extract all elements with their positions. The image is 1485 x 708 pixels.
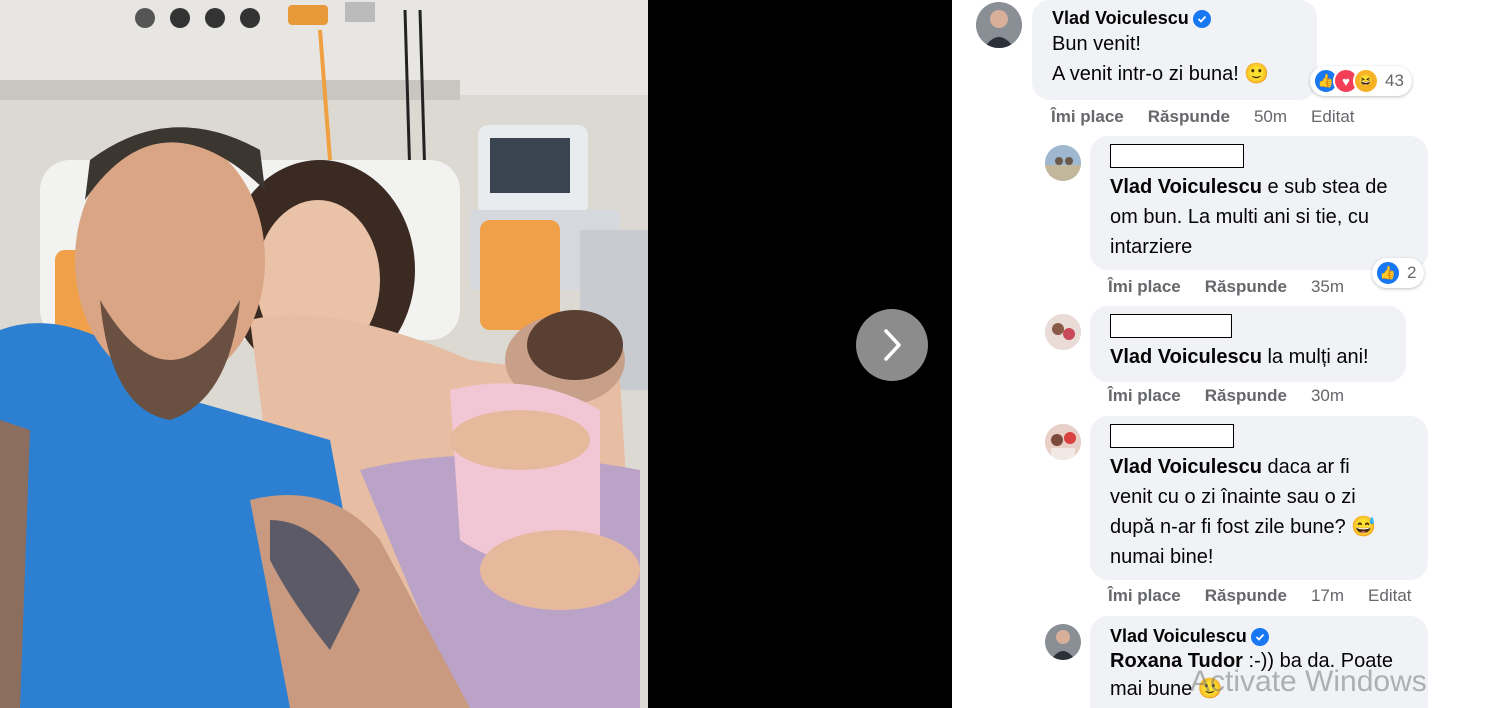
reply-button[interactable]: Răspunde xyxy=(1148,107,1230,127)
comment-text: e sub stea de xyxy=(1261,176,1388,198)
comment-actions: Îmi place Răspunde 17m Editat xyxy=(1108,586,1412,606)
comment-text-line: numai bine! xyxy=(1110,546,1214,568)
author-name[interactable]: Vlad Voiculescu xyxy=(1110,626,1247,647)
avatar[interactable] xyxy=(1045,424,1081,460)
avatar-image xyxy=(1045,314,1081,350)
avatar[interactable] xyxy=(1045,314,1081,350)
redacted-author-name xyxy=(1110,314,1232,338)
like-reaction-icon: 👍 xyxy=(1375,260,1401,286)
like-button[interactable]: Îmi place xyxy=(1108,586,1181,606)
comment-text-line: mai bune 🙂 xyxy=(1110,678,1223,700)
comment-bubble: Vlad Voiculescu Bun venit! A venit intr-… xyxy=(1032,0,1317,100)
comment-text: daca ar fi xyxy=(1261,456,1350,478)
edited-label: Editat xyxy=(1311,107,1355,126)
mention-link[interactable]: Vlad Voiculescu xyxy=(1110,346,1262,368)
like-button[interactable]: Îmi place xyxy=(1108,277,1181,297)
verified-badge-icon xyxy=(1250,627,1269,646)
like-button[interactable]: Îmi place xyxy=(1051,107,1124,127)
avatar[interactable] xyxy=(976,2,1022,48)
comment-bubble: Vlad Voiculescu Roxana Tudor :-)) ba da.… xyxy=(1090,616,1428,708)
comment-text-line: Roxana Tudor :-)) ba da. Poate xyxy=(1110,647,1414,675)
comment-text-line: Vlad Voiculescu la mulți ani! xyxy=(1110,342,1392,372)
avatar[interactable] xyxy=(1045,624,1081,660)
avatar-image xyxy=(1045,424,1081,460)
verified-badge-icon xyxy=(1192,9,1211,28)
comments-panel: Vlad Voiculescu Bun venit! A venit intr-… xyxy=(952,0,1485,708)
comment-actions: Îmi place Răspunde 35m xyxy=(1108,277,1344,297)
comment-time[interactable]: 50m xyxy=(1254,107,1287,127)
next-photo-button[interactable] xyxy=(856,309,928,381)
comment-time[interactable]: 30m xyxy=(1311,386,1344,406)
comment-text-line: A venit intr-o zi buna! 🙂 xyxy=(1052,63,1270,85)
redacted-author-name xyxy=(1110,144,1244,168)
comment-text: :-)) ba da. Poate xyxy=(1242,650,1394,672)
comment-text: la mulți ani! xyxy=(1261,346,1369,368)
edited-label: Editat xyxy=(1368,586,1412,605)
redacted-author-name xyxy=(1110,424,1234,448)
comment-bubble: Vlad Voiculescu la mulți ani! xyxy=(1090,306,1406,382)
comment-actions: Îmi place Răspunde 30m xyxy=(1108,386,1344,406)
reply-button[interactable]: Răspunde xyxy=(1205,277,1287,297)
comment-text-line: om bun. La multi ani si tie, cu xyxy=(1110,206,1370,228)
avatar-image xyxy=(976,2,1022,48)
avatar-image xyxy=(1045,145,1081,181)
post-photo[interactable] xyxy=(0,0,648,708)
comment-author: Vlad Voiculescu xyxy=(1052,8,1303,29)
avatar-image xyxy=(1045,624,1081,660)
mention-link[interactable]: Roxana Tudor xyxy=(1110,650,1243,672)
author-name[interactable]: Vlad Voiculescu xyxy=(1052,8,1189,29)
reaction-count: 2 xyxy=(1407,263,1417,282)
comment-text-line: intarziere xyxy=(1110,236,1193,258)
chevron-right-icon xyxy=(884,329,901,361)
like-button[interactable]: Îmi place xyxy=(1108,386,1181,406)
comment-text-line: venit cu o zi înainte sau o zi xyxy=(1110,486,1356,508)
reactions-summary[interactable]: 👍 ♥ 😆 43 xyxy=(1310,66,1412,96)
reactions-summary[interactable]: 👍 2 xyxy=(1372,258,1425,288)
reply-button[interactable]: Răspunde xyxy=(1205,386,1287,406)
comment-text-line: Bun venit! xyxy=(1052,33,1141,55)
comment-bubble: Vlad Voiculescu e sub stea de om bun. La… xyxy=(1090,136,1428,270)
photo-illustration xyxy=(0,0,648,708)
comment-time[interactable]: 35m xyxy=(1311,277,1344,297)
mention-link[interactable]: Vlad Voiculescu xyxy=(1110,176,1262,198)
reply-button[interactable]: Răspunde xyxy=(1205,586,1287,606)
comment-time[interactable]: 17m xyxy=(1311,586,1344,606)
comment-author: Vlad Voiculescu xyxy=(1110,626,1414,647)
comment-actions: Îmi place Răspunde 50m Editat xyxy=(1051,107,1355,127)
comment-text-line: după n-ar fi fost zile bune? 😅 xyxy=(1110,516,1377,538)
avatar[interactable] xyxy=(1045,145,1081,181)
haha-reaction-icon: 😆 xyxy=(1353,68,1379,94)
comment-text-line: Vlad Voiculescu daca ar fi xyxy=(1110,452,1414,482)
comment-text-line: Vlad Voiculescu e sub stea de xyxy=(1110,172,1414,202)
comment-bubble: Vlad Voiculescu daca ar fi venit cu o zi… xyxy=(1090,416,1428,580)
reaction-count: 43 xyxy=(1385,71,1404,90)
mention-link[interactable]: Vlad Voiculescu xyxy=(1110,456,1262,478)
